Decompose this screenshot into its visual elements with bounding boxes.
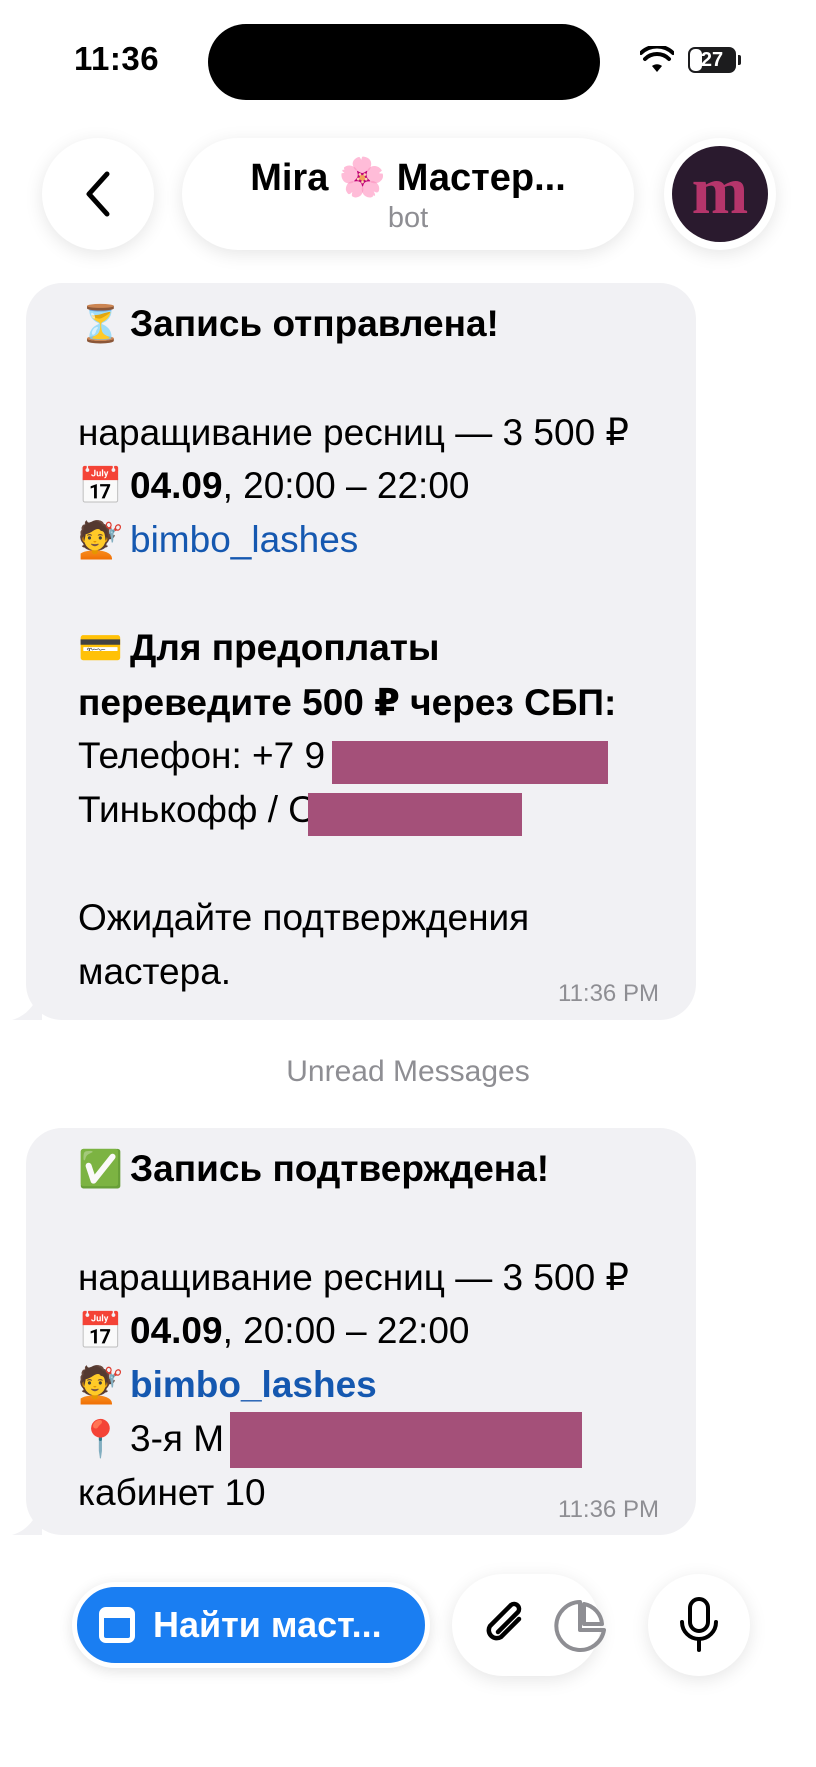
heading-text: Запись подтверждена!	[130, 1148, 550, 1189]
calendar-icon: 📅	[78, 1310, 123, 1351]
credit-card-icon: 💳	[78, 627, 123, 668]
message-heading: ✅ Запись подтверждена!	[78, 1148, 549, 1190]
payment-text-1: Для предоплаты	[130, 627, 440, 668]
paperclip-icon	[486, 1601, 522, 1641]
master-line: 💇 bimbo_lashes	[78, 1364, 377, 1406]
check-mark-icon: ✅	[78, 1148, 123, 1189]
bubble-tail	[12, 990, 42, 1020]
bank-line: Тинькофф / О	[78, 789, 318, 830]
date-text: 04.09	[130, 1310, 223, 1351]
cabinet-line: кабинет 10	[78, 1472, 266, 1513]
service-line: наращивание ресниц — 3 500 ₽	[78, 1257, 629, 1298]
find-master-button[interactable]: Найти маст...	[72, 1582, 430, 1668]
microphone-icon	[680, 1597, 718, 1652]
message-bubble: ⏳ Запись отправлена! наращивание ресниц —…	[26, 283, 696, 1020]
date-text: 04.09	[130, 465, 223, 506]
calendar-icon: 📅	[78, 465, 123, 506]
chat-title: Mira 🌸 Мастер...	[250, 157, 566, 199]
status-time: 11:36	[74, 40, 160, 77]
chat-screen: 11:36 27 Mira 🌸 Мастер... bot m ⏳ Запись …	[0, 0, 816, 1767]
phone-line: Телефон: +7 9	[78, 735, 326, 776]
find-master-label: Найти маст...	[153, 1604, 382, 1645]
date-line: 📅 04.09, 20:00 – 22:00	[78, 465, 469, 507]
message-timestamp: 11:36 PM	[558, 980, 659, 1007]
time-range-text: , 20:00 – 22:00	[222, 465, 470, 506]
chevron-left-icon	[86, 171, 110, 217]
redaction-block	[308, 793, 522, 836]
unread-divider: Unread Messages	[286, 1055, 530, 1088]
pin-icon: 📍	[78, 1418, 123, 1459]
payment-line-1: 💳 Для предоплаты	[78, 627, 440, 669]
wait-line-1: Ожидайте подтверждения	[78, 897, 530, 938]
redaction-block	[332, 741, 608, 784]
master-link[interactable]: bimbo_lashes	[130, 519, 358, 560]
address-text: 3-я М	[130, 1418, 225, 1459]
master-link[interactable]: bimbo_lashes	[130, 1364, 377, 1405]
hourglass-icon: ⏳	[78, 303, 123, 344]
chat-title-pill[interactable]: Mira 🌸 Мастер... bot	[182, 138, 634, 250]
chat-subtitle: bot	[387, 202, 429, 234]
hairdresser-icon: 💇	[78, 1364, 123, 1405]
battery-level: 27	[700, 49, 724, 71]
battery-cap	[738, 55, 741, 65]
dynamic-island	[208, 24, 600, 100]
date-line: 📅 04.09, 20:00 – 22:00	[78, 1310, 469, 1352]
message-heading: ⏳ Запись отправлена!	[78, 303, 499, 345]
payment-line-2: переведите 500 ₽ через СБП:	[78, 682, 617, 723]
battery-icon: 27	[688, 47, 736, 73]
master-line: 💇 bimbo_lashes	[78, 519, 358, 561]
sticker-icon[interactable]	[552, 1598, 608, 1654]
microphone-button[interactable]	[648, 1574, 750, 1676]
message-timestamp: 11:36 PM	[558, 1496, 659, 1523]
wait-line-2: мастера.	[78, 951, 232, 992]
wifi-icon	[640, 46, 674, 72]
back-button[interactable]	[42, 138, 154, 250]
redaction-block	[230, 1412, 582, 1468]
time-range-text: , 20:00 – 22:00	[222, 1310, 470, 1351]
heading-text: Запись отправлена!	[130, 303, 499, 344]
service-line: наращивание ресниц — 3 500 ₽	[78, 412, 629, 453]
address-line: 📍 3-я М	[78, 1418, 224, 1460]
avatar-button[interactable]: m	[664, 138, 776, 250]
avatar: m	[672, 146, 768, 242]
hairdresser-icon: 💇	[78, 519, 123, 560]
app-window-icon	[99, 1607, 135, 1643]
message-bubble: ✅ Запись подтверждена! наращивание ресниц…	[26, 1128, 696, 1535]
bubble-tail	[12, 1505, 42, 1535]
